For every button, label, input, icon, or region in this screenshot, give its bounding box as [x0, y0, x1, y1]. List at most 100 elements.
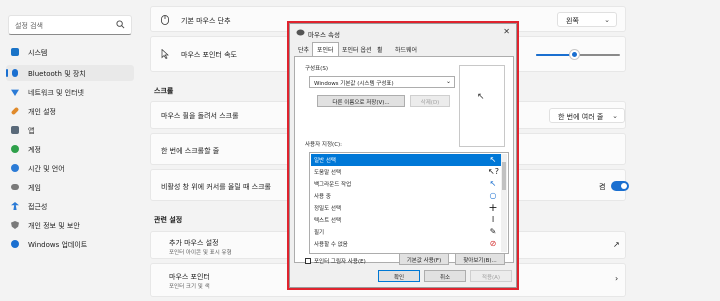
sidebar-item-time-language[interactable]: 시간 및 언어 [6, 160, 134, 176]
scheme-label: 구성표(S) [305, 66, 328, 72]
sidebar-item-label: 앱 [28, 127, 35, 135]
primary-button-value: 왼쪽 [566, 17, 579, 25]
scheme-dropdown[interactable]: Windows 기본값 (시스템 구성표) ⌄ [309, 76, 455, 88]
tab-buttons[interactable]: 단추 [294, 43, 313, 56]
cursor-name: 일반 선택 [314, 158, 336, 164]
help-cursor-icon: ↖? [488, 167, 499, 176]
related-section-title: 관련 설정 [154, 216, 183, 224]
settings-search-input[interactable]: 설정 검색 [8, 15, 132, 35]
wifi-icon [11, 89, 19, 96]
settings-sidebar: 설정 검색 시스템 Bluetooth 및 장치 네트워크 및 인터넷 개인 설… [0, 0, 138, 301]
dialog-title: 마우스 속성 [308, 31, 340, 39]
sidebar-item-apps[interactable]: 앱 [6, 122, 134, 138]
primary-button-label: 기본 마우스 단추 [181, 17, 231, 25]
list-item[interactable]: 텍스트 선택 I [311, 214, 501, 226]
inactive-scroll-toggle[interactable] [611, 181, 629, 191]
sidebar-item-label: 게임 [28, 184, 41, 192]
pointer-speed-thumb[interactable] [570, 50, 579, 59]
chevron-down-icon: ⌄ [445, 78, 451, 85]
monitor-icon [11, 48, 19, 56]
shield-icon [11, 221, 19, 229]
tab-pointers[interactable]: 포인터 [312, 42, 339, 56]
cursor-name: 사용할 수 없음 [314, 242, 348, 248]
cursor-list: 일반 선택 ↖ 도움말 선택 ↖? 백그라운드 작업 ↖ 사용 중 ○ 정밀도 … [309, 152, 509, 254]
list-item[interactable]: 백그라운드 작업 ↖ [311, 178, 501, 190]
sidebar-item-label: 네트워크 및 인터넷 [28, 89, 84, 97]
browse-button[interactable]: 찾아보기(B)... [455, 253, 505, 265]
chevron-down-icon: ⌄ [604, 16, 610, 24]
apply-button[interactable]: 적용(A) [470, 270, 512, 282]
cursor-name: 사용 중 [314, 194, 331, 200]
sidebar-item-label: 시스템 [28, 49, 48, 57]
pointer-shadow-label: 포인터 그림자 사용(E) [314, 259, 366, 265]
additional-settings-sub: 포인터 아이콘 및 표시 유형 [169, 250, 232, 256]
gamepad-icon [11, 184, 19, 190]
list-item[interactable]: 필기 ✎ [311, 226, 501, 238]
primary-button-dropdown[interactable]: 왼쪽 ⌄ [557, 12, 617, 27]
sidebar-item-gaming[interactable]: 게임 [6, 179, 134, 195]
scroll-lines-label: 한 번에 스크롤할 줄 [161, 147, 220, 155]
cursor-name: 도움말 선택 [314, 170, 342, 176]
cursor-name: 필기 [314, 230, 325, 236]
busy-cursor-icon: ○ [489, 191, 497, 200]
globe-clock-icon [11, 164, 19, 172]
sidebar-item-label: 접근성 [28, 203, 48, 211]
accessibility-icon [11, 202, 19, 210]
list-item[interactable]: 사용할 수 없음 ⊘ [311, 238, 501, 250]
sidebar-item-accounts[interactable]: 계정 [6, 141, 134, 157]
cancel-button[interactable]: 취소 [424, 270, 466, 282]
tab-hardware[interactable]: 하드웨어 [391, 43, 421, 56]
scheme-value: Windows 기본값 (시스템 구성표) [314, 81, 394, 87]
tab-pointer-options[interactable]: 포인터 옵션 [338, 43, 376, 56]
external-link-icon: ↗ [613, 240, 620, 249]
pen-cursor-icon: ✎ [489, 227, 497, 236]
list-item[interactable]: 정밀도 선택 + [311, 202, 501, 214]
sidebar-item-label: 개인 정보 및 보안 [28, 222, 80, 230]
sidebar-item-accessibility[interactable]: 접근성 [6, 198, 134, 214]
use-default-button[interactable]: 기본값 사용(F) [399, 253, 449, 265]
sidebar-item-bluetooth[interactable]: Bluetooth 및 장치 [6, 65, 134, 81]
pointers-panel: 구성표(S) Windows 기본값 (시스템 구성표) ⌄ 다른 이름으로 저… [294, 56, 514, 265]
pointer-icon [161, 49, 169, 59]
chevron-down-icon: ⌄ [612, 112, 618, 120]
inactive-scroll-label: 비활성 창 위에 커서를 올릴 때 스크롤 [161, 183, 271, 191]
sidebar-item-network[interactable]: 네트워크 및 인터넷 [6, 84, 134, 100]
sidebar-item-label: 시간 및 언어 [28, 165, 65, 173]
sidebar-item-label: 계정 [28, 146, 41, 154]
delete-button[interactable]: 삭제(D) [410, 95, 450, 107]
sidebar-item-personalization[interactable]: 개인 설정 [6, 103, 134, 119]
mouse-pointer-sub: 포인터 크기 및 색 [169, 284, 210, 290]
update-icon [11, 240, 19, 248]
pointer-speed-fill [536, 54, 574, 56]
wheel-scroll-label: 마우스 휠을 돌려서 스크롤 [161, 112, 239, 120]
mouse-icon [161, 15, 169, 25]
customize-label: 사용자 지정(C): [305, 142, 343, 148]
close-icon[interactable]: ✕ [503, 27, 510, 36]
inactive-scroll-state: 켬 [599, 183, 606, 191]
chevron-right-icon: › [615, 274, 619, 283]
list-item[interactable]: 도움말 선택 ↖? [311, 166, 501, 178]
sidebar-item-system[interactable]: 시스템 [6, 44, 134, 60]
list-item[interactable]: 사용 중 ○ [311, 190, 501, 202]
list-item[interactable]: 일반 선택 ↖ [311, 154, 501, 166]
list-scrollbar[interactable] [501, 154, 507, 252]
wheel-scroll-value: 한 번에 여러 줄 [558, 113, 604, 121]
text-cursor-icon: I [491, 215, 495, 224]
sidebar-item-label: Bluetooth 및 장치 [28, 70, 86, 78]
save-as-button[interactable]: 다른 이름으로 저장(V)... [317, 95, 405, 107]
apps-icon [11, 126, 19, 134]
sidebar-item-privacy[interactable]: 개인 정보 및 보안 [6, 217, 134, 233]
cursor-preview: ↖ [459, 65, 505, 147]
search-placeholder: 설정 검색 [15, 22, 43, 30]
ok-button[interactable]: 확인 [378, 270, 420, 282]
mouse-properties-dialog: 마우스 속성 ✕ 단추 포인터 포인터 옵션 휠 하드웨어 구성표(S) Win… [289, 23, 517, 288]
cursor-name: 정밀도 선택 [314, 206, 342, 212]
wheel-scroll-dropdown[interactable]: 한 번에 여러 줄 ⌄ [549, 108, 625, 123]
pointer-shadow-checkbox[interactable] [305, 258, 311, 264]
tab-wheel[interactable]: 휠 [373, 43, 387, 56]
scrollbar-thumb[interactable] [502, 162, 506, 190]
sidebar-item-windows-update[interactable]: Windows 업데이트 [6, 236, 134, 252]
search-icon [116, 20, 125, 29]
cursor-name: 백그라운드 작업 [314, 182, 352, 188]
mouse-pointer-label: 마우스 포인터 [169, 273, 210, 281]
